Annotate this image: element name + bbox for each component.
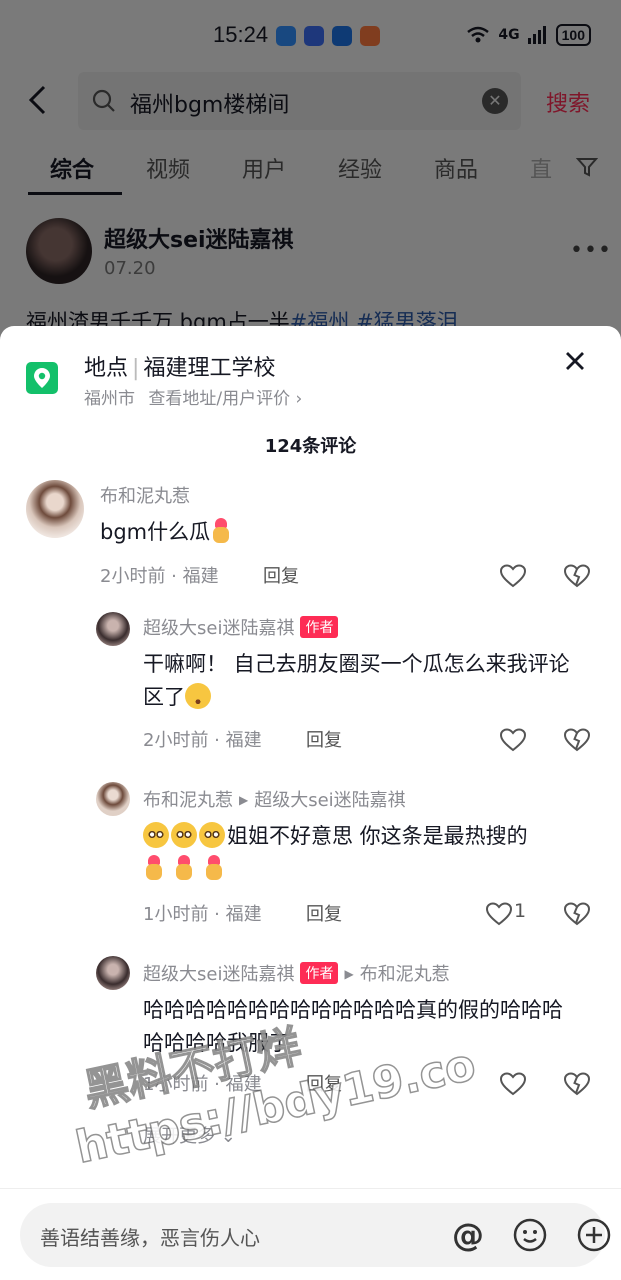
finger-heart-emoji — [203, 855, 225, 881]
browser-app-icon — [304, 26, 324, 46]
status-bar: 15:24 4G 100 — [0, 0, 621, 72]
comment-text: 干嘛啊！ 自己去朋友圈买一个瓜怎么来我评论区了 — [143, 652, 570, 709]
search-row: 福州bgm楼梯间 ✕ 搜索 — [0, 70, 621, 132]
comment-username[interactable]: 超级大sei迷陆嘉祺 作者 ▶ 布和泥丸惹 — [143, 960, 450, 986]
author-badge: 作者 — [300, 616, 339, 638]
like-icon[interactable] — [500, 1072, 526, 1096]
like-icon[interactable] — [486, 902, 512, 926]
tab-users[interactable]: 用户 — [242, 152, 286, 184]
like-icon[interactable] — [500, 728, 526, 752]
avatar[interactable] — [26, 480, 84, 538]
finger-heart-emoji — [173, 855, 195, 881]
search-input[interactable]: 福州bgm楼梯间 ✕ — [78, 72, 521, 130]
avatar[interactable] — [26, 218, 92, 284]
comment-username[interactable]: 布和泥丸惹 ▶ 超级大sei迷陆嘉祺 — [143, 786, 406, 812]
wifi-icon — [467, 26, 490, 43]
dislike-icon[interactable] — [564, 1071, 590, 1097]
tab-products[interactable]: 商品 — [434, 152, 478, 184]
location-link[interactable]: 查看地址/用户评价 — [148, 389, 290, 409]
author-badge: 作者 — [300, 962, 339, 984]
search-tabs: 综合 视频 用户 经验 商品 直 — [0, 140, 621, 196]
status-right: 4G 100 — [466, 24, 591, 46]
location-label: 地点 — [84, 356, 129, 381]
background-page: 15:24 4G 100 福州bgm楼梯间 ✕ 搜索 综合 视频 用户 经验 商… — [0, 0, 621, 360]
clear-icon[interactable]: ✕ — [482, 88, 508, 114]
reply-button[interactable]: 回复 — [263, 562, 299, 588]
location-header[interactable]: 地点 | 福建理工学校 福州市 查看地址/用户评价 › — [0, 326, 621, 416]
location-city: 福州市 — [84, 389, 135, 409]
mention-icon[interactable]: @ — [448, 1215, 488, 1255]
active-tab-indicator — [28, 192, 122, 195]
dislike-icon[interactable] — [564, 563, 590, 589]
dislike-icon[interactable] — [564, 901, 590, 927]
notification-icons — [276, 26, 380, 46]
comment-text: 哈哈哈哈哈哈哈哈哈哈哈哈哈真的假的哈哈哈哈哈哈哈我服了 — [143, 998, 563, 1055]
crying-emoji — [185, 683, 211, 709]
comment-username[interactable]: 超级大sei迷陆嘉祺 作者 — [143, 614, 339, 640]
comment-sheet: 地点 | 福建理工学校 福州市 查看地址/用户评价 › 124条评论 布和泥丸惹 b… — [0, 326, 621, 1280]
signal-icon — [527, 26, 546, 44]
search-query: 福州bgm楼梯间 — [130, 93, 290, 118]
reply-arrow-icon: ▶ — [344, 967, 354, 981]
message-app-icon — [276, 26, 296, 46]
location-name: 福建理工学校 — [143, 356, 276, 381]
location-title: 地点 | 福建理工学校 — [84, 356, 276, 381]
search-button[interactable]: 搜索 — [546, 86, 590, 118]
emoji-icon[interactable] — [512, 1217, 548, 1253]
search-icon — [92, 89, 115, 112]
avatar[interactable] — [96, 782, 130, 816]
post-date: 07.20 — [104, 258, 156, 279]
post-author[interactable]: 超级大sei迷陆嘉祺 — [104, 222, 294, 254]
reply-button[interactable]: 回复 — [306, 900, 342, 926]
tab-comprehensive[interactable]: 综合 — [50, 152, 94, 184]
comment-placeholder: 善语结善缘，恶言伤人心 — [40, 1226, 260, 1250]
more-icon[interactable]: ••• — [570, 238, 612, 263]
globe-app-icon — [332, 26, 352, 46]
chevron-down-icon: ⌄ — [220, 1126, 236, 1147]
comment-text: bgm什么瓜 — [100, 516, 550, 549]
reply-arrow-icon: ▶ — [239, 793, 249, 807]
finger-heart-emoji — [210, 518, 232, 544]
status-time: 15:24 — [213, 22, 269, 47]
expand-more-button[interactable]: 展开更多 ⌄ — [143, 1122, 236, 1148]
reply-button[interactable]: 回复 — [306, 726, 342, 752]
comment-time: 1小时前 · 福建 — [143, 904, 262, 925]
close-icon[interactable] — [562, 348, 588, 374]
tab-live[interactable]: 直 — [530, 152, 552, 184]
comment-count: 124条评论 — [264, 436, 357, 457]
comment-time: 2小时前 · 福建 — [143, 730, 262, 751]
comment-input[interactable]: 善语结善缘，恶言伤人心 @ — [20, 1203, 611, 1267]
back-arrow-icon[interactable] — [24, 84, 54, 116]
tab-videos[interactable]: 视频 — [146, 152, 190, 184]
avatar[interactable] — [96, 956, 130, 990]
like-count: 1 — [514, 900, 527, 922]
avatar[interactable] — [96, 612, 130, 646]
network-type: 4G — [498, 27, 520, 43]
comment-time: 1小时前 · 福建 — [143, 1074, 262, 1095]
comment-input-bar: 善语结善缘，恶言伤人心 @ — [0, 1188, 621, 1280]
location-pin-icon — [26, 362, 58, 394]
pleading-emoji — [199, 822, 225, 848]
filter-icon[interactable] — [576, 156, 598, 178]
battery-level: 100 — [555, 24, 591, 46]
comment-time: 2小时前 · 福建 — [100, 566, 219, 587]
gift-app-icon — [360, 26, 380, 46]
chevron-right-icon: › — [295, 389, 303, 409]
reply-button[interactable]: 回复 — [306, 1070, 342, 1096]
add-icon[interactable] — [576, 1217, 612, 1253]
comment-username[interactable]: 布和泥丸惹 — [100, 482, 190, 508]
pleading-emoji — [143, 822, 169, 848]
dislike-icon[interactable] — [564, 727, 590, 753]
location-subtitle[interactable]: 福州市 查看地址/用户评价 › — [84, 384, 302, 409]
comment-text: 姐姐不好意思 你这条是最热搜的 — [143, 820, 593, 886]
post-header: 超级大sei迷陆嘉祺 07.20 ••• 福州渣男千千万 bgm占一半#福州 #… — [0, 218, 621, 334]
pleading-emoji — [171, 822, 197, 848]
tab-experience[interactable]: 经验 — [338, 152, 382, 184]
like-icon[interactable] — [500, 564, 526, 588]
finger-heart-emoji — [143, 855, 165, 881]
